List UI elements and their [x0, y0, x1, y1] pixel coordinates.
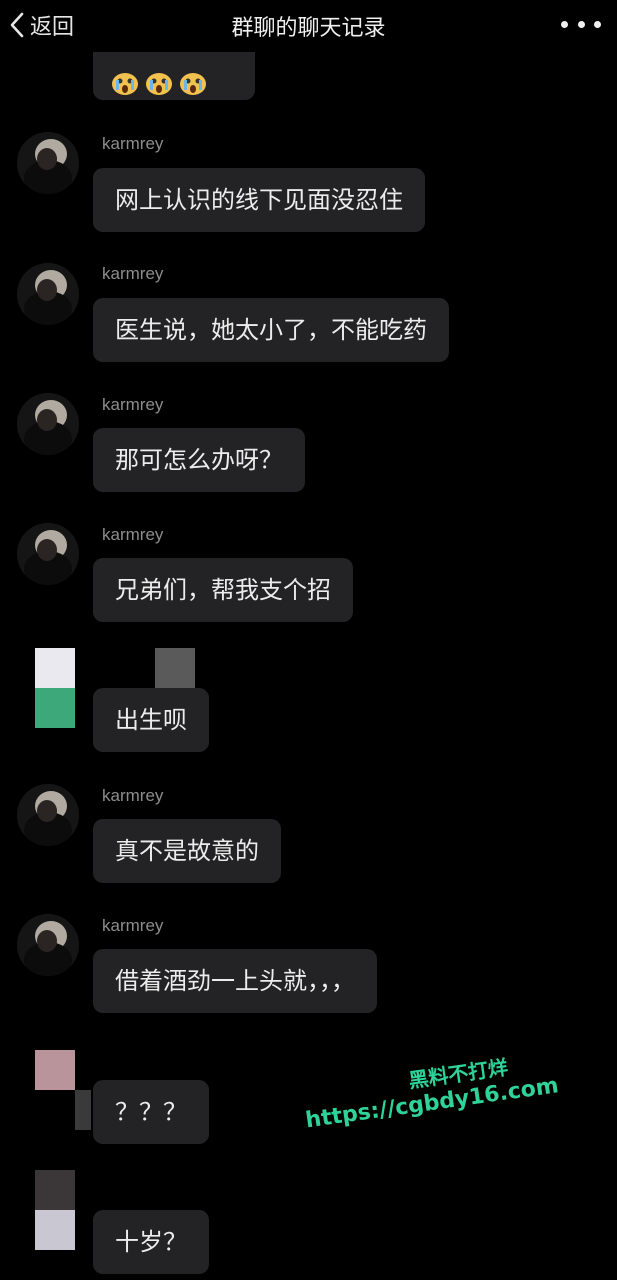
crying-emoji-icon — [179, 58, 207, 95]
sender-name: karmrey — [102, 525, 164, 544]
sender-name: karmrey — [102, 786, 164, 805]
dot-icon — [577, 20, 585, 28]
message-bubble[interactable]: 那可怎么办呀？ — [93, 428, 305, 492]
dot-icon — [594, 20, 601, 28]
page-title: 群聊的聊天记录 — [231, 16, 386, 41]
avatar-pixelated[interactable] — [35, 1170, 75, 1250]
avatar[interactable] — [17, 523, 79, 585]
message-bubble[interactable]: 网上认识的线下见面没忍住 — [93, 168, 425, 232]
watermark: 黑料不打烊 https://cgbdy16.com — [300, 1044, 560, 1133]
avatar[interactable] — [17, 784, 79, 846]
crying-emoji-icon — [111, 58, 139, 95]
message-bubble[interactable]: 借着酒劲一上头就，，， — [93, 949, 377, 1013]
sender-name: karmrey — [102, 134, 164, 153]
avatar[interactable] — [17, 263, 79, 325]
crying-emoji-icon — [145, 58, 173, 95]
message-bubble[interactable]: 兄弟们，帮我支个招 — [93, 558, 353, 622]
avatar-pixelated[interactable] — [35, 648, 75, 728]
message-bubble[interactable]: 医生说，她太小了，不能吃药 — [93, 298, 449, 362]
avatar-pixelated-fragment — [75, 1090, 91, 1130]
sender-name: karmrey — [102, 264, 164, 283]
message-bubble[interactable]: 真不是故意的 — [93, 819, 281, 883]
more-options-button[interactable] — [561, 14, 601, 34]
sender-name-pixelated — [155, 648, 195, 688]
avatar[interactable] — [17, 393, 79, 455]
avatar-pixelated[interactable] — [35, 1050, 75, 1090]
sender-name: karmrey — [102, 395, 164, 414]
avatar[interactable] — [17, 914, 79, 976]
sender-name: karmrey — [102, 916, 164, 935]
dot-icon — [561, 20, 568, 28]
avatar[interactable] — [17, 132, 79, 194]
top-bar: 返回 群聊的聊天记录 — [0, 0, 617, 52]
message-bubble[interactable]: 十岁？ — [93, 1210, 209, 1274]
chat-log: karmrey 网上认识的线下见面没忍住 karmrey 医生说，她太小了，不能… — [0, 0, 617, 1280]
message-bubble[interactable]: ？？？ — [93, 1080, 209, 1144]
message-bubble[interactable]: 出生呗 — [93, 688, 209, 752]
